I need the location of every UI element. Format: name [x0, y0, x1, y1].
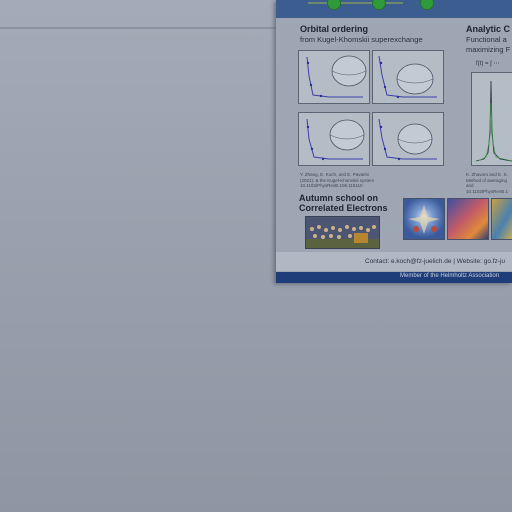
orbital-plots-grid	[298, 50, 444, 166]
thumbnail-2	[447, 198, 489, 240]
autumn-school-title-2: Correlated Electrons	[299, 203, 388, 213]
analytic-subtitle-2: maximizing F	[466, 45, 511, 54]
orbital-citation: Y. Zhang, E. Koch, and E. Pavarini (2021…	[300, 172, 375, 188]
analytic-citation: K. Zhavoro and E. S. Method of averaging…	[466, 172, 508, 194]
contact-text: Contact: e.koch@fz-juelich.de | Website:…	[365, 258, 506, 265]
orbital-ordering-title: Orbital ordering	[300, 24, 369, 34]
thumbnail-1	[403, 198, 445, 240]
plot-panel-3	[298, 112, 370, 166]
orbital-ordering-subtitle: from Kugel-Khomskii superexchange	[300, 35, 423, 44]
analytic-title: Analytic C	[466, 24, 511, 34]
poster-header-bar	[276, 0, 512, 18]
atom-chain-graphic	[302, 0, 442, 10]
thumbnail-3	[491, 198, 512, 240]
footer-bar: Member of the Helmholtz Association	[276, 272, 512, 283]
analytic-subtitle-1: Functional a	[466, 35, 507, 44]
analytic-formula: f(t) = ∫ ⋯	[476, 61, 500, 67]
plot-panel-4	[372, 112, 444, 166]
plot-panel-2	[372, 50, 444, 104]
footer-text: Member of the Helmholtz Association	[400, 273, 500, 279]
analytic-plot	[471, 72, 512, 166]
plot-panel-1	[298, 50, 370, 104]
poster-image: Orbital ordering from Kugel-Khomskii sup…	[276, 0, 512, 283]
group-photo	[305, 216, 380, 249]
window-divider	[0, 27, 276, 29]
autumn-school-title-1: Autumn school on	[299, 193, 378, 203]
